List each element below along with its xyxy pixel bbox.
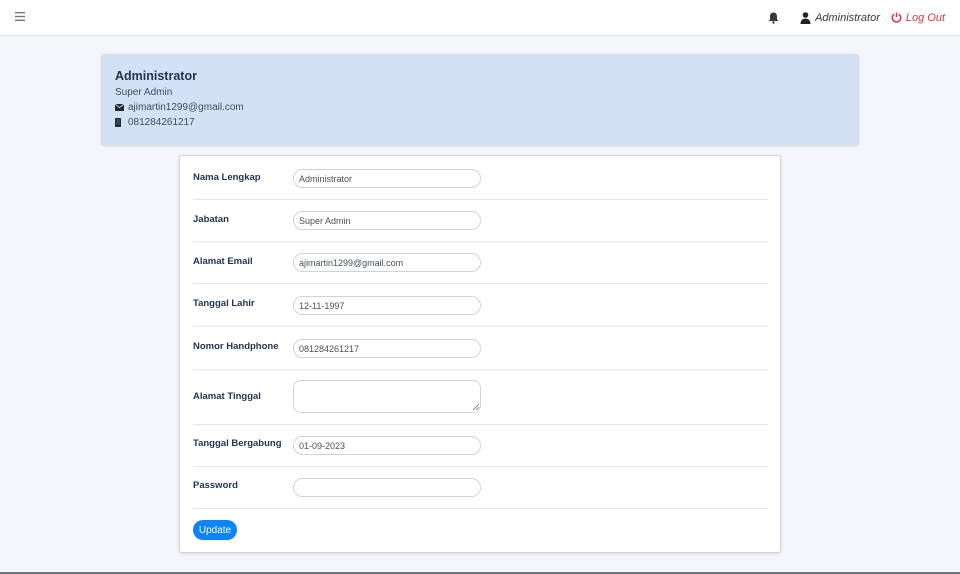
- resize-grip-icon[interactable]: [473, 404, 479, 410]
- profile-name: Administrator: [115, 69, 197, 83]
- password-input[interactable]: [293, 478, 481, 497]
- tanggal-lahir-input[interactable]: [293, 296, 481, 315]
- nama-lengkap-input[interactable]: [293, 169, 481, 188]
- field-label: Alamat Email: [193, 256, 253, 267]
- field-label: Alamat Tinggal: [193, 391, 261, 402]
- jabatan-input[interactable]: [293, 211, 481, 230]
- form-row-nomor-handphone: Nomor Handphone: [193, 327, 768, 370]
- profile-role: Super Admin: [115, 87, 173, 98]
- nomor-handphone-input[interactable]: [293, 339, 481, 358]
- field-label: Jabatan: [193, 214, 229, 225]
- user-name: Administrator: [815, 12, 880, 24]
- logout-link[interactable]: Log Out: [891, 12, 945, 24]
- profile-email: ajimartin1299@gmail.com: [128, 102, 244, 113]
- bell-icon[interactable]: [768, 10, 784, 26]
- mobile-icon: [115, 118, 127, 127]
- form-row-jabatan: Jabatan: [193, 200, 768, 242]
- hamburger-icon[interactable]: [10, 7, 30, 25]
- field-label: Tanggal Bergabung: [193, 438, 282, 449]
- alamat-tinggal-textarea[interactable]: [293, 380, 481, 413]
- field-label: Tanggal Lahir: [193, 298, 255, 309]
- envelope-icon: [115, 104, 127, 111]
- email-input[interactable]: [293, 253, 481, 272]
- profile-summary-card: Administrator Super Admin ajimartin1299@…: [101, 54, 859, 145]
- field-label: Nama Lengkap: [193, 172, 261, 183]
- user-menu[interactable]: Administrator: [800, 11, 880, 25]
- field-label: Nomor Handphone: [193, 341, 279, 352]
- top-navbar: Administrator Log Out: [0, 0, 960, 36]
- profile-email-row: ajimartin1299@gmail.com: [115, 101, 845, 114]
- user-icon: [800, 11, 812, 25]
- profile-edit-form: Nama Lengkap Jabatan Alamat Email Tangga…: [179, 155, 781, 553]
- power-icon: [891, 12, 903, 24]
- field-label: Password: [193, 480, 238, 491]
- form-row-alamat-email: Alamat Email: [193, 242, 768, 284]
- form-row-alamat-tinggal: Alamat Tinggal: [193, 370, 768, 425]
- logout-label: Log Out: [905, 12, 945, 24]
- form-row-tanggal-lahir: Tanggal Lahir: [193, 284, 768, 327]
- profile-phone-row: 081284261217: [115, 116, 845, 129]
- update-button[interactable]: Update: [193, 520, 237, 540]
- form-row-nama-lengkap: Nama Lengkap: [193, 156, 768, 200]
- form-row-tanggal-bergabung: Tanggal Bergabung: [193, 425, 768, 467]
- tanggal-bergabung-input[interactable]: [293, 436, 481, 455]
- form-row-password: Password: [193, 467, 768, 509]
- profile-phone: 081284261217: [128, 117, 195, 128]
